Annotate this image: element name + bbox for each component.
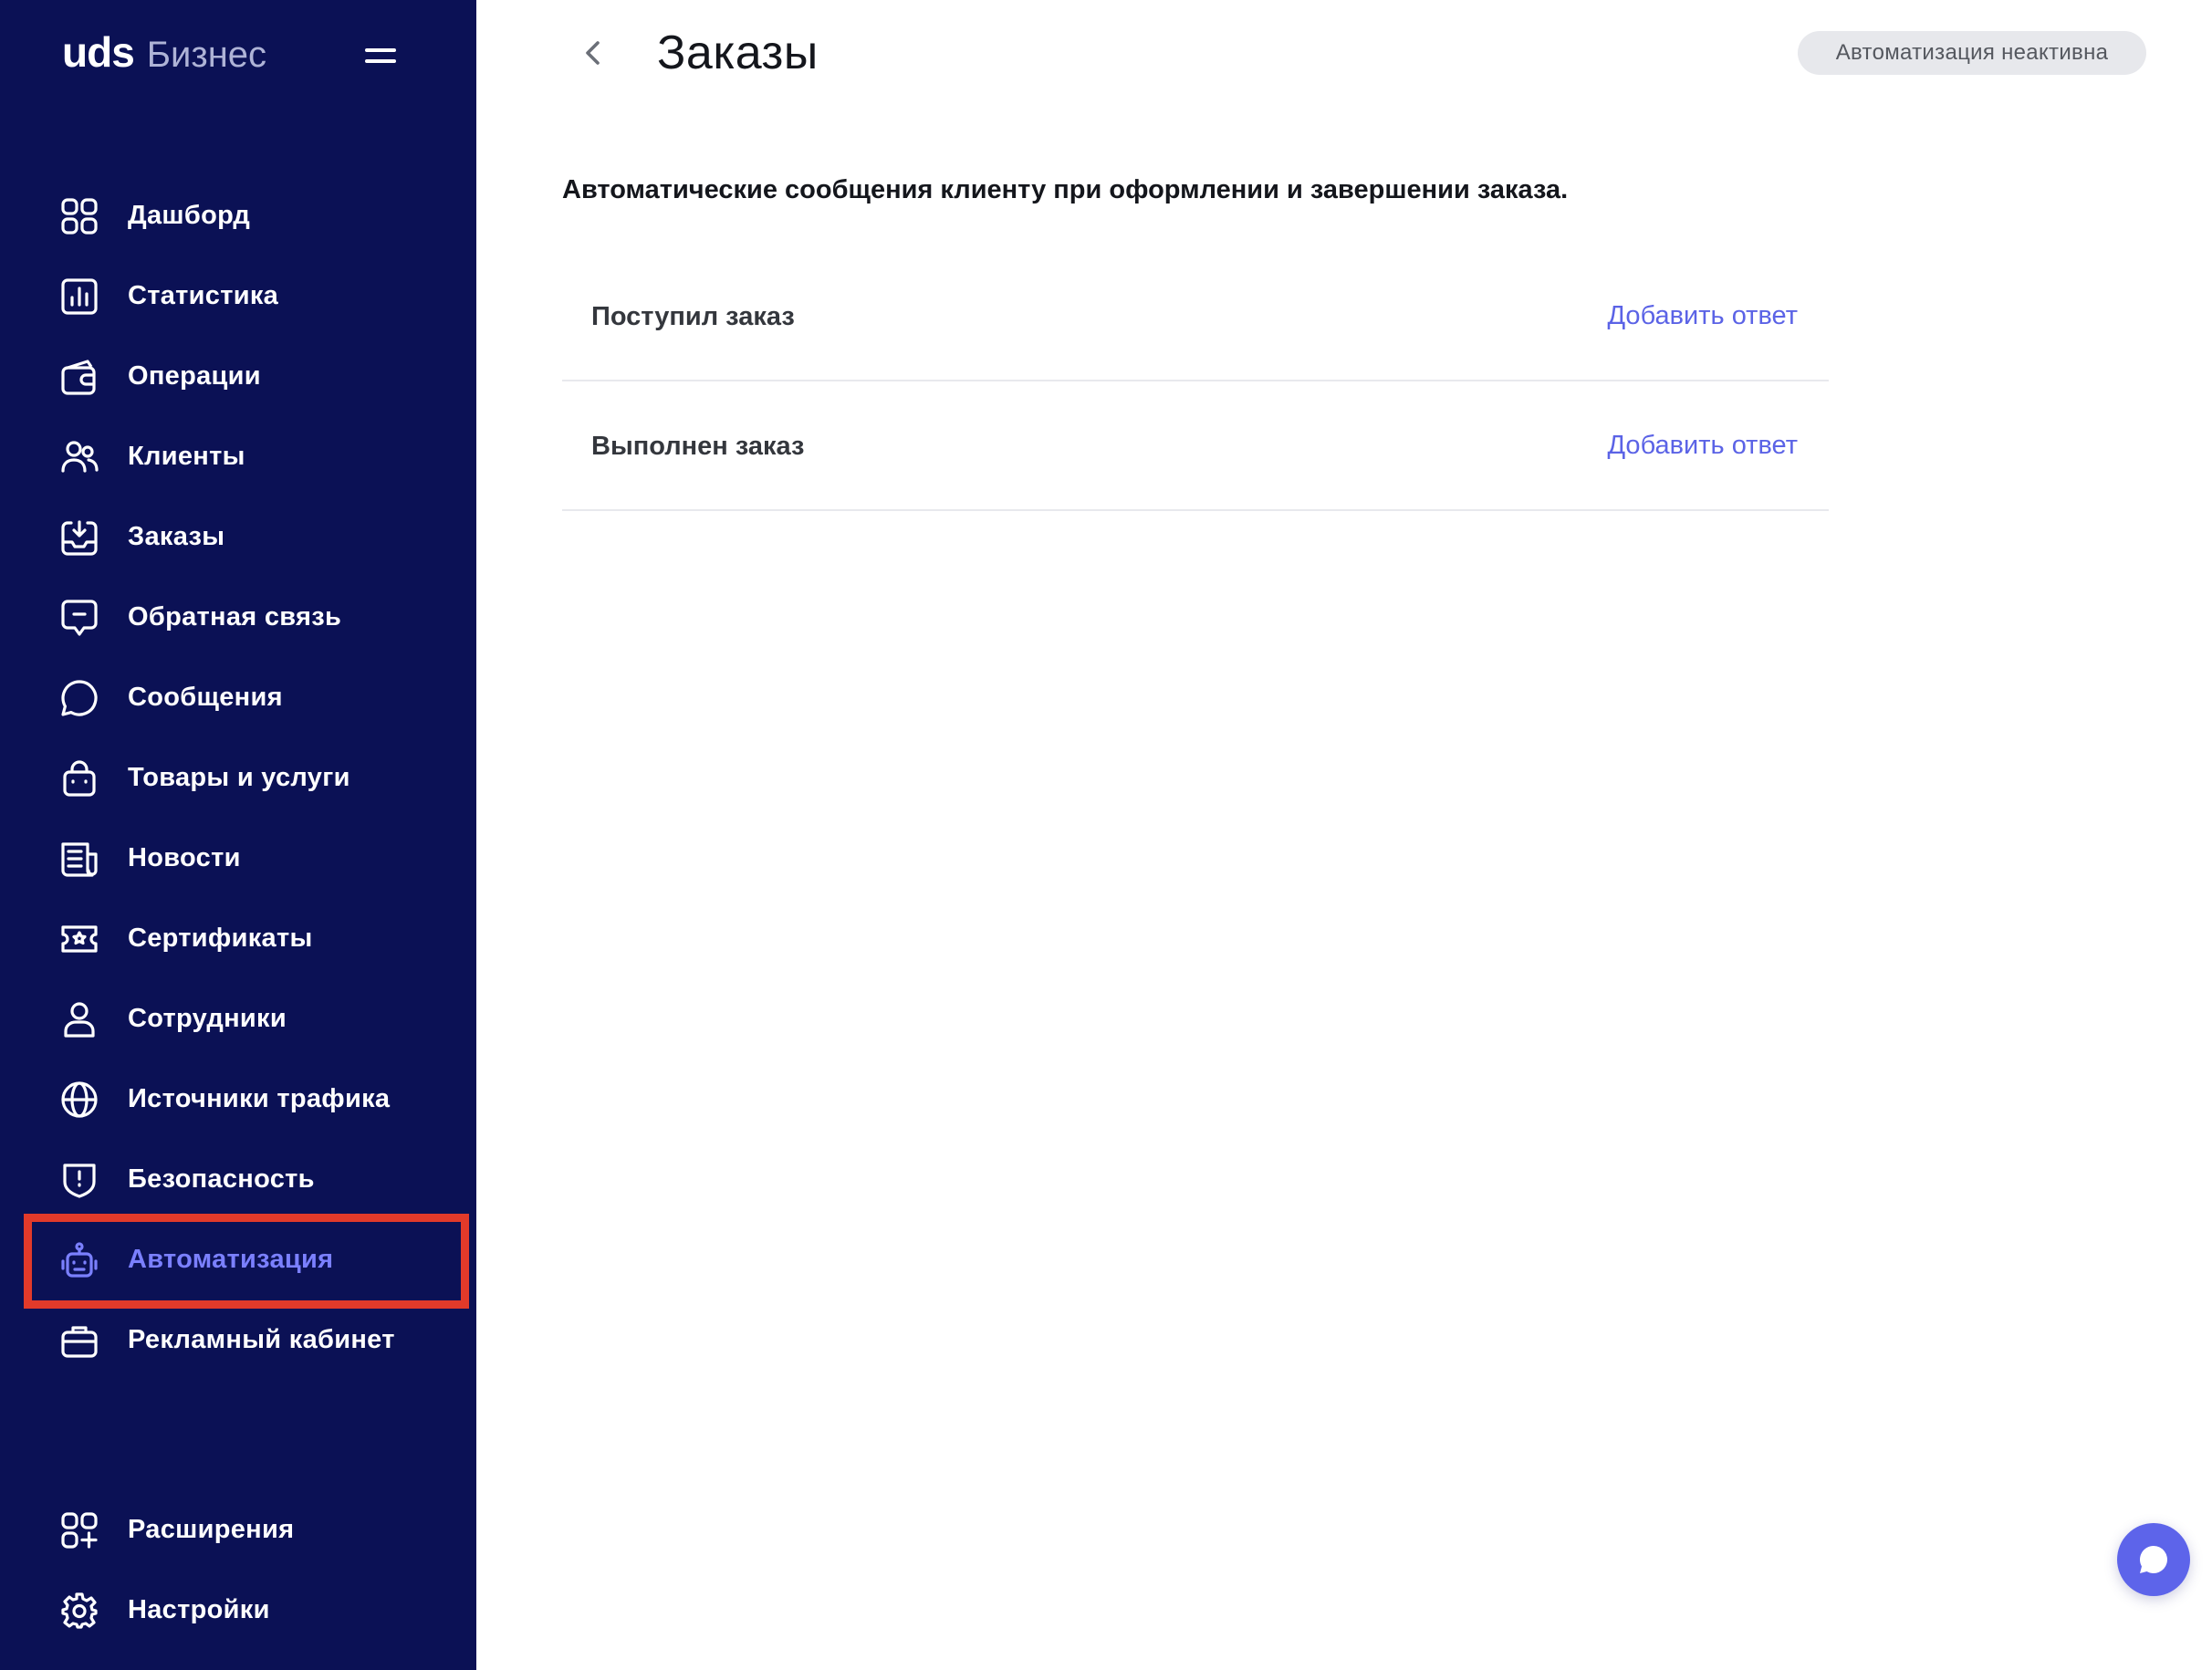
sidebar-item-news[interactable]: Новости	[0, 818, 476, 898]
sidebar-item-label: Безопасность	[128, 1164, 315, 1194]
sidebar-item-security[interactable]: Безопасность	[0, 1139, 476, 1219]
goods-icon	[60, 759, 99, 798]
sidebar-item-messages[interactable]: Сообщения	[0, 657, 476, 737]
messages-icon	[60, 679, 99, 717]
sidebar-item-label: Операции	[128, 361, 261, 391]
sidebar-item-label: Источники трафика	[128, 1084, 391, 1113]
sidebar-item-employees[interactable]: Сотрудники	[0, 978, 476, 1059]
operations-icon	[60, 358, 99, 396]
sidebar-item-feedback[interactable]: Обратная связь	[0, 577, 476, 657]
sidebar-item-goods[interactable]: Товары и услуги	[0, 737, 476, 818]
sidebar-item-operations[interactable]: Операции	[0, 336, 476, 416]
sidebar-item-automation[interactable]: Автоматизация	[0, 1219, 476, 1299]
brand-logo[interactable]: uds Бизнес	[62, 27, 266, 82]
chat-support-button[interactable]	[2117, 1523, 2190, 1596]
sidebar-item-extensions[interactable]: Расширения	[0, 1489, 476, 1570]
page-title: Заказы	[657, 26, 819, 79]
add-reply-button[interactable]: Добавить ответ	[1607, 252, 1798, 381]
dashboard-icon	[60, 197, 99, 235]
briefcase-icon	[60, 1321, 99, 1360]
news-icon	[60, 840, 99, 878]
clients-icon	[60, 438, 99, 476]
gear-icon	[60, 1592, 99, 1630]
sidebar-item-label: Обратная связь	[128, 602, 342, 631]
logo-sub: Бизнес	[146, 35, 267, 75]
list-item-order-completed: Выполнен заказ Добавить ответ	[562, 381, 1829, 511]
sidebar-item-orders[interactable]: Заказы	[0, 496, 476, 577]
sidebar-item-label: Статистика	[128, 281, 279, 310]
row-title: Поступил заказ	[591, 302, 795, 331]
sidebar-item-label: Товары и услуги	[128, 763, 350, 792]
sidebar-item-statistics[interactable]: Статистика	[0, 256, 476, 336]
sidebar-item-label: Новости	[128, 843, 241, 872]
sidebar-item-label: Заказы	[128, 522, 225, 551]
sidebar-item-label: Рекламный кабинет	[128, 1325, 395, 1354]
orders-icon	[60, 518, 99, 557]
sidebar-item-traffic-sources[interactable]: Источники трафика	[0, 1059, 476, 1139]
row-title: Выполнен заказ	[591, 432, 805, 461]
certificates-icon	[60, 920, 99, 958]
sidebar-item-label: Автоматизация	[128, 1245, 334, 1274]
sidebar-item-dashboard[interactable]: Дашборд	[0, 175, 476, 256]
feedback-icon	[60, 599, 99, 637]
menu-toggle-icon[interactable]	[365, 46, 396, 66]
sidebar: uds Бизнес Дашборд Статистика Операции К…	[0, 0, 476, 1670]
status-badge: Автоматизация неактивна	[1798, 31, 2146, 75]
sidebar-item-label: Расширения	[128, 1515, 295, 1544]
logo-main: uds	[62, 28, 135, 76]
list-item-order-received: Поступил заказ Добавить ответ	[562, 252, 1829, 381]
sidebar-item-label: Сертификаты	[128, 924, 313, 953]
shield-icon	[60, 1161, 99, 1199]
sidebar-item-label: Настройки	[128, 1595, 270, 1624]
traffic-sources-icon	[60, 1080, 99, 1119]
chat-bubble-icon	[2139, 1546, 2167, 1573]
sidebar-item-label: Сообщения	[128, 683, 283, 712]
sidebar-item-certificates[interactable]: Сертификаты	[0, 898, 476, 978]
sidebar-item-settings[interactable]: Настройки	[0, 1570, 476, 1650]
robot-icon	[60, 1241, 99, 1279]
sidebar-item-label: Сотрудники	[128, 1004, 287, 1033]
statistics-icon	[60, 277, 99, 316]
back-chevron-icon[interactable]	[575, 35, 611, 71]
page-description: Автоматические сообщения клиенту при офо…	[562, 175, 1569, 204]
extensions-icon	[60, 1511, 99, 1550]
sidebar-item-label: Дашборд	[128, 201, 251, 230]
sidebar-item-clients[interactable]: Клиенты	[0, 416, 476, 496]
employees-icon	[60, 1000, 99, 1039]
sidebar-item-ad-cabinet[interactable]: Рекламный кабинет	[0, 1299, 476, 1380]
sidebar-item-label: Клиенты	[128, 442, 245, 471]
add-reply-button[interactable]: Добавить ответ	[1607, 381, 1798, 511]
